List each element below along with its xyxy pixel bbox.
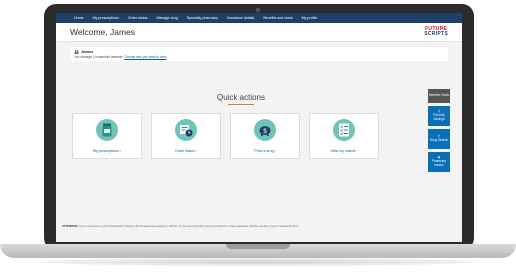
side-tabs: Member Tools ⚲ Find My Savings ⚲ Drug Se… xyxy=(428,89,450,172)
quick-action-cards: My prescriptions › Order status › $ Pric… xyxy=(72,113,379,159)
welcome-bar: Welcome, James FUTURE SCRIPTS xyxy=(56,23,462,42)
card-my-prescriptions[interactable]: My prescriptions › xyxy=(72,113,142,159)
side-tab-label: Pharmacy locator xyxy=(431,159,447,167)
quick-actions-section: Quick actions xyxy=(56,93,426,105)
nav-item-manage-drug[interactable]: Manage drug xyxy=(157,16,178,20)
brand-logo[interactable]: FUTURE SCRIPTS xyxy=(424,27,448,37)
member-name-row: James xyxy=(74,49,444,54)
card-label: My prescriptions › xyxy=(92,149,122,153)
card-order-status[interactable]: Order status › xyxy=(151,113,221,159)
footer-text: If you or someone in your household is h… xyxy=(77,225,299,228)
laptop-screen: Home My prescriptions Order status Manag… xyxy=(56,13,462,242)
side-tab-drug-search[interactable]: ⚲ Drug Search xyxy=(428,129,450,149)
logo-line-2: SCRIPTS xyxy=(424,31,448,37)
footer-note: ATTENTION If you or someone in your hous… xyxy=(62,225,362,228)
laptop-shadow xyxy=(40,258,476,266)
side-tab-label: Find My Savings xyxy=(433,113,445,121)
order-box-clock-icon xyxy=(175,119,197,141)
webcam xyxy=(256,8,260,12)
side-tab-label: Member Tools xyxy=(429,93,449,98)
side-tab-pharmacy-locator[interactable]: ◉ Pharmacy locator xyxy=(428,152,450,172)
nav-item-insurance-details[interactable]: Insurance details xyxy=(227,16,254,20)
nav-item-order-status[interactable]: Order status xyxy=(128,16,148,20)
piggy-bank-icon: $ xyxy=(254,119,276,141)
footer-bold: ATTENTION xyxy=(62,225,78,228)
side-tab-find-savings[interactable]: ⚲ Find My Savings xyxy=(428,106,450,126)
nav-item-my-profile[interactable]: My profile xyxy=(302,16,318,20)
quick-actions-title: Quick actions xyxy=(216,93,266,102)
title-underline xyxy=(228,104,254,105)
card-price-a-drug[interactable]: $ Price a drug › xyxy=(230,113,300,159)
side-tab-label: Drug Search xyxy=(430,138,448,142)
top-nav: Home My prescriptions Order status Manag… xyxy=(56,13,462,23)
prescription-bottle-icon xyxy=(96,119,118,141)
card-label: Order status › xyxy=(175,149,197,153)
member-name: James xyxy=(81,49,94,54)
people-icon xyxy=(74,49,79,54)
card-view-my-claims[interactable]: View my claims › xyxy=(309,113,379,159)
laptop-notch xyxy=(226,244,290,249)
nav-item-benefits-costs[interactable]: Benefits and costs xyxy=(263,16,292,20)
member-subtext-prefix: You manage 1 household member. xyxy=(74,55,124,59)
nav-item-my-prescriptions[interactable]: My prescriptions xyxy=(93,16,119,20)
side-tab-member-tools[interactable]: Member Tools xyxy=(428,89,450,103)
choose-member-link[interactable]: Choose who you want to view xyxy=(124,55,166,59)
nav-item-specialty-pharmacy[interactable]: Specialty pharmacy xyxy=(187,16,218,20)
page-title: Welcome, James xyxy=(70,27,136,37)
card-label: Price a drug › xyxy=(254,149,276,153)
member-subtext: You manage 1 household member. Choose wh… xyxy=(74,55,444,59)
claims-checklist-icon xyxy=(333,119,355,141)
member-box: James You manage 1 household member. Cho… xyxy=(70,47,448,61)
nav-item-home[interactable]: Home xyxy=(74,16,84,20)
card-label: View my claims › xyxy=(330,149,358,153)
